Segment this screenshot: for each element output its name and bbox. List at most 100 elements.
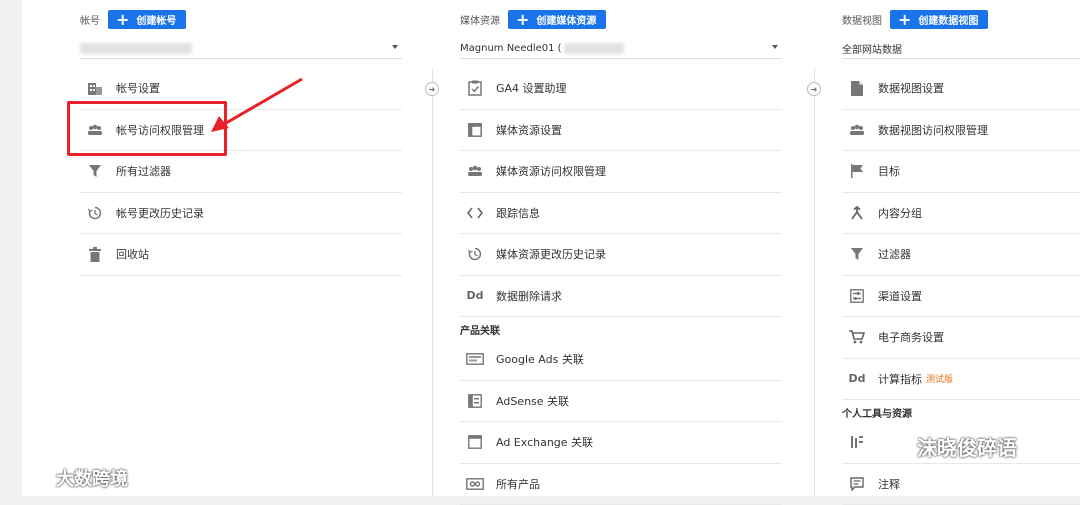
ad-exchange-linking-item[interactable]: Ad Exchange 关联 <box>460 422 782 464</box>
tracking-info-label: 跟踪信息 <box>496 205 540 221</box>
all-filters-label: 所有过滤器 <box>116 163 171 179</box>
clipboard-check-icon <box>464 78 486 98</box>
product-linking-heading: 产品关联 <box>460 317 782 339</box>
all-filters-item[interactable]: 所有过滤器 <box>80 151 402 193</box>
link-icon <box>464 474 486 494</box>
calculated-metrics-label: 计算指标 <box>878 371 922 387</box>
flag-icon <box>846 161 868 181</box>
admin-page: 帐号 + 创建帐号 帐号设置 帐号访问权限管理 <box>22 0 1080 496</box>
property-header: 媒体资源 + 创建媒体资源 <box>460 10 606 29</box>
view-column: 数据视图 + 创建数据视图 全部网站数据 数据视图设置 数据视图访问权限管理 <box>842 0 1080 496</box>
view-label: 数据视图 <box>842 12 882 27</box>
calculated-metrics-item[interactable]: Dd 计算指标 测试版 <box>842 359 1080 401</box>
channel-settings-label: 渠道设置 <box>878 288 922 304</box>
account-change-history-label: 帐号更改历史记录 <box>116 205 204 221</box>
code-icon <box>464 203 486 223</box>
view-selector-value: 全部网站数据 <box>842 41 902 56</box>
history-icon <box>464 244 486 264</box>
ecommerce-settings-item[interactable]: 电子商务设置 <box>842 317 1080 359</box>
ga4-setup-assistant-item[interactable]: GA4 设置助理 <box>460 68 782 110</box>
red-arrow-annotation <box>207 76 307 136</box>
tracking-info-item[interactable]: 跟踪信息 <box>460 193 782 235</box>
column-divider-1 <box>432 68 433 496</box>
highlight-box <box>67 101 227 156</box>
ga4-setup-label: GA4 设置助理 <box>496 80 567 96</box>
create-property-button[interactable]: + 创建媒体资源 <box>508 10 606 29</box>
view-filters-label: 过滤器 <box>878 246 911 262</box>
document-icon <box>846 78 868 98</box>
account-header: 帐号 + 创建帐号 <box>80 10 186 29</box>
property-change-history-label: 媒体资源更改历史记录 <box>496 246 606 262</box>
google-ads-linking-item[interactable]: Google Ads 关联 <box>460 339 782 381</box>
create-account-button[interactable]: + 创建帐号 <box>108 10 186 29</box>
property-id-blurred <box>564 43 624 54</box>
property-selector[interactable]: Magnum Needle01 ( <box>460 38 782 59</box>
channel-settings-item[interactable]: 渠道设置 <box>842 276 1080 318</box>
google-ads-icon <box>464 349 486 369</box>
adsense-linking-item[interactable]: AdSense 关联 <box>460 381 782 423</box>
view-selector[interactable]: 全部网站数据 <box>842 38 1080 59</box>
adsense-icon <box>464 391 486 411</box>
all-products-item[interactable]: 所有产品 <box>460 464 782 505</box>
merge-icon <box>846 203 868 223</box>
building-icon <box>84 78 106 98</box>
personal-tools-heading: 个人工具与资源 <box>842 400 1080 422</box>
view-settings-label: 数据视图设置 <box>878 80 944 96</box>
data-deletion-request-item[interactable]: Dd 数据删除请求 <box>460 276 782 318</box>
trash-item[interactable]: 回收站 <box>80 234 402 276</box>
plus-icon: + <box>898 12 911 28</box>
dd-icon: Dd <box>846 369 868 389</box>
chevron-down-icon <box>772 45 778 49</box>
content-grouping-item[interactable]: 内容分组 <box>842 193 1080 235</box>
view-access-label: 数据视图访问权限管理 <box>878 122 988 138</box>
all-products-label: 所有产品 <box>496 476 540 492</box>
column-divider-2 <box>814 68 815 496</box>
annotations-label: 注释 <box>878 476 900 492</box>
property-access-management-item[interactable]: 媒体资源访问权限管理 <box>460 151 782 193</box>
plus-icon: + <box>516 12 529 28</box>
property-change-history-item[interactable]: 媒体资源更改历史记录 <box>460 234 782 276</box>
goals-item[interactable]: 目标 <box>842 151 1080 193</box>
account-settings-label: 帐号设置 <box>116 80 160 96</box>
content-grouping-label: 内容分组 <box>878 205 922 221</box>
history-icon <box>84 203 106 223</box>
view-filters-item[interactable]: 过滤器 <box>842 234 1080 276</box>
watermark-left: 大数跨境 <box>56 465 128 491</box>
trash-label: 回收站 <box>116 246 149 262</box>
channel-icon <box>846 286 868 306</box>
property-menu: GA4 设置助理 媒体资源设置 媒体资源访问权限管理 跟踪信息 <box>460 68 782 505</box>
data-deletion-label: 数据删除请求 <box>496 288 562 304</box>
account-label: 帐号 <box>80 12 100 27</box>
dd-icon: Dd <box>464 286 486 306</box>
account-selector[interactable] <box>80 38 402 59</box>
create-view-button[interactable]: + 创建数据视图 <box>890 10 988 29</box>
property-settings-item[interactable]: 媒体资源设置 <box>460 110 782 152</box>
create-account-label: 创建帐号 <box>136 12 176 27</box>
view-access-management-item[interactable]: 数据视图访问权限管理 <box>842 110 1080 152</box>
people-icon <box>464 161 486 181</box>
filter-icon <box>84 161 106 181</box>
property-label: 媒体资源 <box>460 12 500 27</box>
create-view-label: 创建数据视图 <box>918 12 978 27</box>
ad-exchange-icon <box>464 432 486 452</box>
account-column: 帐号 + 创建帐号 帐号设置 帐号访问权限管理 <box>80 0 402 496</box>
property-access-label: 媒体资源访问权限管理 <box>496 163 606 179</box>
account-name-blurred <box>80 43 192 54</box>
property-column: 媒体资源 + 创建媒体资源 Magnum Needle01 ( GA4 设置助理 <box>460 0 782 496</box>
account-change-history-item[interactable]: 帐号更改历史记录 <box>80 193 402 235</box>
cart-icon <box>846 327 868 347</box>
create-property-label: 创建媒体资源 <box>536 12 596 27</box>
adsense-label: AdSense 关联 <box>496 393 569 409</box>
chevron-down-icon <box>392 45 398 49</box>
trash-icon <box>84 244 106 264</box>
property-selector-value: Magnum Needle01 ( <box>460 43 562 54</box>
layout-icon <box>464 120 486 140</box>
google-ads-label: Google Ads 关联 <box>496 351 584 367</box>
arrow-right-icon: ➔ <box>807 82 821 96</box>
view-header: 数据视图 + 创建数据视图 <box>842 10 988 29</box>
goals-label: 目标 <box>878 163 900 179</box>
comment-icon <box>846 474 868 494</box>
property-settings-label: 媒体资源设置 <box>496 122 562 138</box>
view-settings-item[interactable]: 数据视图设置 <box>842 68 1080 110</box>
annotations-item[interactable]: 注释 <box>842 464 1080 505</box>
